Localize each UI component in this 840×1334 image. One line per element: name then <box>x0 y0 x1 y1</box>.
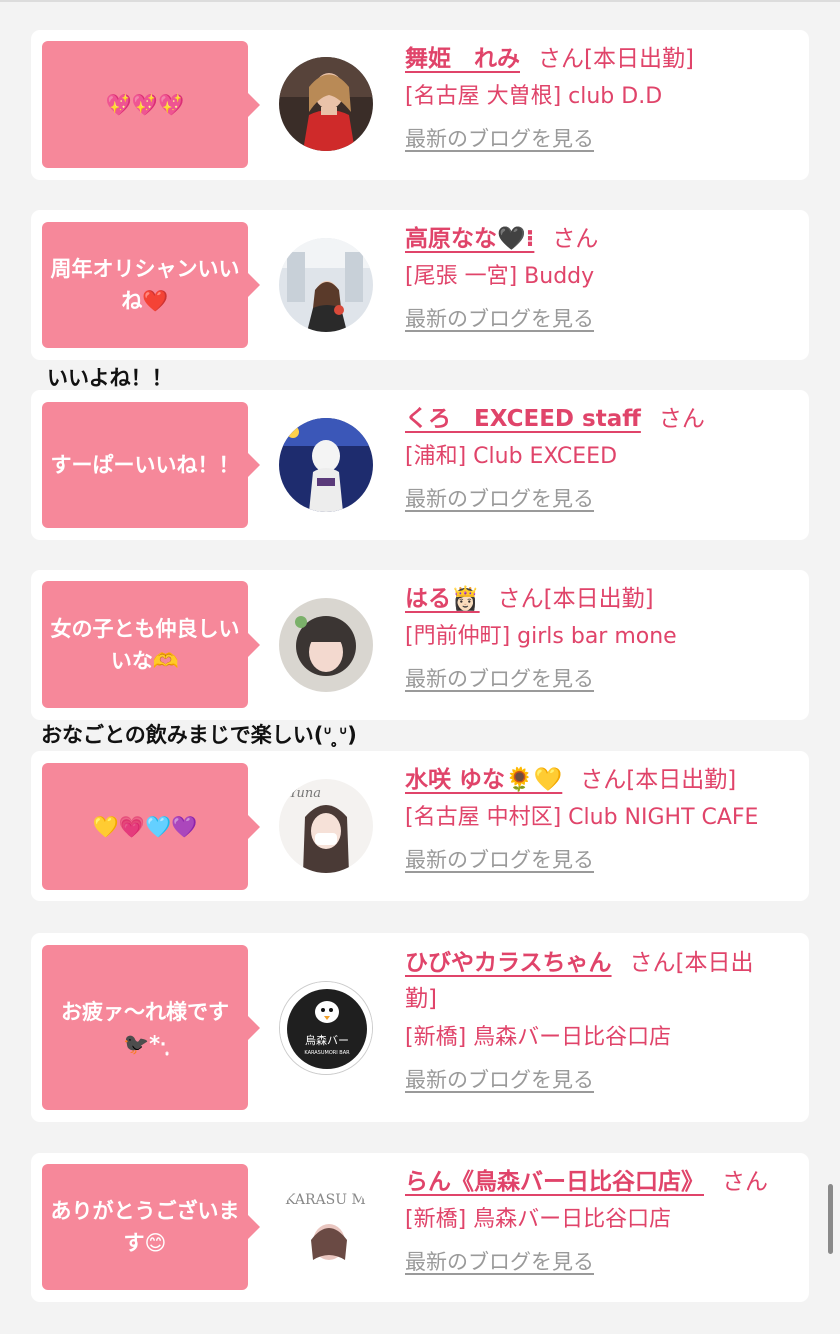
comment-bubble: 💖💖💖 <box>42 41 260 168</box>
avatar[interactable] <box>279 57 373 151</box>
scrollbar[interactable] <box>828 1184 833 1254</box>
bubble-text: 💛💗🩵💜 <box>92 814 198 839</box>
avatar[interactable]: Yuna <box>279 779 373 873</box>
cast-name-link[interactable]: らん《鳥森バー日比谷口店》 <box>405 1169 704 1195</box>
bubble-text: 💖💖💖 <box>105 92 185 117</box>
cast-card: 💖💖💖 舞姫 れみ さん[本日出勤] [名古屋 大曽根] club D.D 最新の… <box>31 30 809 180</box>
cast-suffix: さん[本日出勤] <box>580 767 737 793</box>
cast-card: すーぱーいいね！！ くろ EXCEED staff さん [浦和] Club EX… <box>31 390 809 540</box>
avatar[interactable] <box>279 598 373 692</box>
cast-card: 周年オリシャンいいね❤️ 高原なな🖤⁝ さん [尾張 一宮] Buddy 最新のブ… <box>31 210 809 360</box>
avatar[interactable]: KARASU MORI BAR <box>279 1180 373 1274</box>
cast-suffix: さん <box>552 226 599 252</box>
avatar-logo-text: 烏森バー <box>305 1033 349 1047</box>
comment-bubble: お疲ァ〜れ様です🐦‍⬛*·̩͙ <box>42 945 260 1110</box>
cast-suffix: さん[本日出勤] <box>538 46 694 72</box>
latest-blog-link[interactable]: 最新のブログを見る <box>405 1065 594 1095</box>
cast-suffix: さん[本日出勤] <box>497 586 654 612</box>
cast-suffix: さん <box>722 1169 768 1195</box>
bubble-text: お疲ァ〜れ様です🐦‍⬛*·̩͙ <box>61 999 229 1056</box>
latest-blog-link[interactable]: 最新のブログを見る <box>405 124 594 154</box>
bubble-text: 周年オリシャンいいね❤️ <box>50 257 240 313</box>
shop-label: [名古屋 中村区] Club NIGHT CAFE <box>405 805 759 830</box>
avatar[interactable] <box>279 238 373 332</box>
latest-blog-link[interactable]: 最新のブログを見る <box>405 304 594 334</box>
cast-card: ありがとうございます😊 KARASU MORI BAR らん《鳥森バー日比谷口店… <box>31 1153 809 1302</box>
avatar[interactable] <box>279 418 373 512</box>
latest-blog-link[interactable]: 最新のブログを見る <box>405 845 594 875</box>
shop-label: [新橋] 鳥森バー日比谷口店 <box>405 1025 672 1050</box>
comment-bubble: 💛💗🩵💜 <box>42 763 260 890</box>
cast-card: 女の子とも仲良しいいな🫶 はる👸🏻 さん[本日出勤] [門前仲町] girls b… <box>31 570 809 720</box>
name-line: 水咲 ゆな🌻💛 さん[本日出勤] <box>405 763 805 797</box>
name-line: 舞姫 れみ さん[本日出勤] <box>405 42 805 76</box>
comment-bubble: ありがとうございます😊 <box>42 1164 260 1290</box>
bubble-text: すーぱーいいね！！ <box>50 453 240 477</box>
reply-comment: おなごとの飲みまじで楽しい(ᐡ ̥̥ᐡ) <box>41 723 357 747</box>
shop-label: [門前仲町] girls bar mone <box>405 624 677 649</box>
latest-blog-link[interactable]: 最新のブログを見る <box>405 484 594 514</box>
cast-card: お疲ァ〜れ様です🐦‍⬛*·̩͙ 烏森バー KARASUMORI BAR ひびやカ… <box>31 933 809 1122</box>
shop-label: [名古屋 大曽根] club D.D <box>405 84 663 109</box>
avatar-logo-text: KARASU MORI BAR <box>285 1192 373 1208</box>
cast-name-link[interactable]: ひびやカラスちゃん <box>405 950 612 976</box>
shop-label: [尾張 一宮] Buddy <box>405 264 595 289</box>
comment-bubble: すーぱーいいね！！ <box>42 402 260 528</box>
top-divider <box>0 0 840 2</box>
cast-name-link[interactable]: 水咲 ゆな🌻💛 <box>405 767 562 793</box>
comment-bubble: 女の子とも仲良しいいな🫶 <box>42 581 260 708</box>
name-line: 高原なな🖤⁝ さん <box>405 222 805 256</box>
avatar-logo-subtext: KARASUMORI BAR <box>304 1050 350 1056</box>
bubble-text: ありがとうございます😊 <box>50 1199 240 1255</box>
reply-comment: いいよね！！ <box>47 366 173 390</box>
cast-name-link[interactable]: 舞姫 れみ <box>405 46 520 72</box>
latest-blog-link[interactable]: 最新のブログを見る <box>405 664 594 694</box>
shop-label: [浦和] Club EXCEED <box>405 444 618 469</box>
latest-blog-link[interactable]: 最新のブログを見る <box>405 1247 594 1277</box>
avatar[interactable]: 烏森バー KARASUMORI BAR <box>279 981 373 1075</box>
name-line: らん《鳥森バー日比谷口店》 さん <box>405 1165 805 1199</box>
comment-bubble: 周年オリシャンいいね❤️ <box>42 222 260 348</box>
name-line: はる👸🏻 さん[本日出勤] <box>405 582 805 616</box>
name-line: くろ EXCEED staff さん <box>405 402 805 436</box>
cast-name-link[interactable]: くろ EXCEED staff <box>405 406 641 432</box>
bubble-text: 女の子とも仲良しいいな🫶 <box>50 616 240 673</box>
shop-label: [新橋] 鳥森バー日比谷口店 <box>405 1207 672 1232</box>
cast-card: 💛💗🩵💜 Yuna 水咲 ゆな🌻💛 さん[本日出勤] [名古屋 中村区] Club… <box>31 751 809 901</box>
name-line: ひびやカラスちゃん さん[本日出勤] <box>405 945 785 1017</box>
cast-name-link[interactable]: はる👸🏻 <box>405 586 480 612</box>
cast-suffix: さん <box>658 406 705 432</box>
avatar-watermark: Yuna <box>289 786 321 801</box>
cast-name-link[interactable]: 高原なな🖤⁝ <box>405 226 534 252</box>
